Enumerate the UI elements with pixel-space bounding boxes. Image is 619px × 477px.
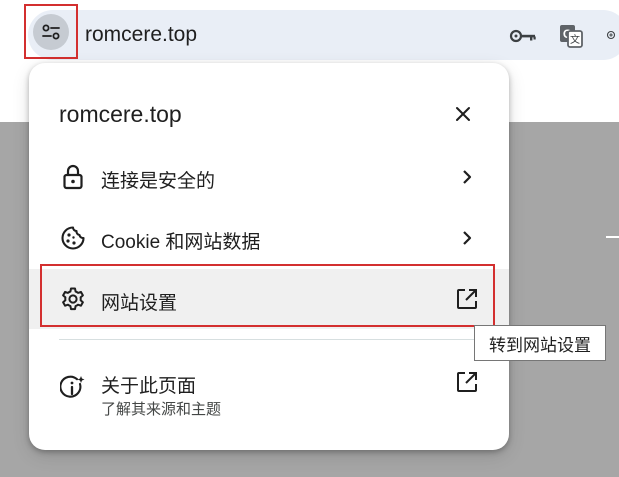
cookies-site-data-item[interactable]: Cookie 和网站数据 [29,208,509,268]
about-this-page-item[interactable]: 关于此页面 了解其来源和主题 [29,356,509,428]
open-external-icon [453,368,481,396]
key-icon[interactable] [509,22,537,50]
divider [59,339,479,340]
url-text[interactable]: romcere.top [85,23,197,47]
close-button[interactable] [448,99,478,129]
open-external-icon [453,285,481,313]
about-this-page-label: 关于此页面 [101,376,197,397]
site-settings-item[interactable]: 网站设置 [29,269,509,329]
site-info-popup: romcere.top 连接是安全的 Cookie 和网站数据 网站设置 关于此… [29,63,509,450]
connection-security-item[interactable]: 连接是安全的 [29,147,509,207]
tune-icon [42,24,60,39]
site-info-button[interactable] [24,4,78,59]
gear-icon [60,286,86,312]
browser-window: romcere.top G 文 [0,0,619,477]
close-icon [456,107,470,121]
info-sparkle-icon [60,375,86,401]
lock-icon [60,164,86,190]
translate-icon[interactable]: G 文 [557,22,585,50]
page-content-fragment [606,236,619,238]
chevron-right-icon [453,224,481,252]
cookies-site-data-label: Cookie 和网站数据 [101,232,261,253]
cookie-icon [60,225,86,251]
about-this-page-sublabel: 了解其来源和主题 [101,401,222,418]
connection-security-label: 连接是安全的 [101,171,216,192]
tooltip: 转到网站设置 [474,325,606,361]
toolbar: romcere.top G 文 [0,0,619,72]
chevron-right-icon [453,163,481,191]
site-info-circle [33,13,69,50]
popup-title: romcere.top [59,101,182,127]
zoom-icon[interactable] [605,22,619,50]
svg-text:文: 文 [570,33,580,46]
site-settings-label: 网站设置 [101,293,178,314]
